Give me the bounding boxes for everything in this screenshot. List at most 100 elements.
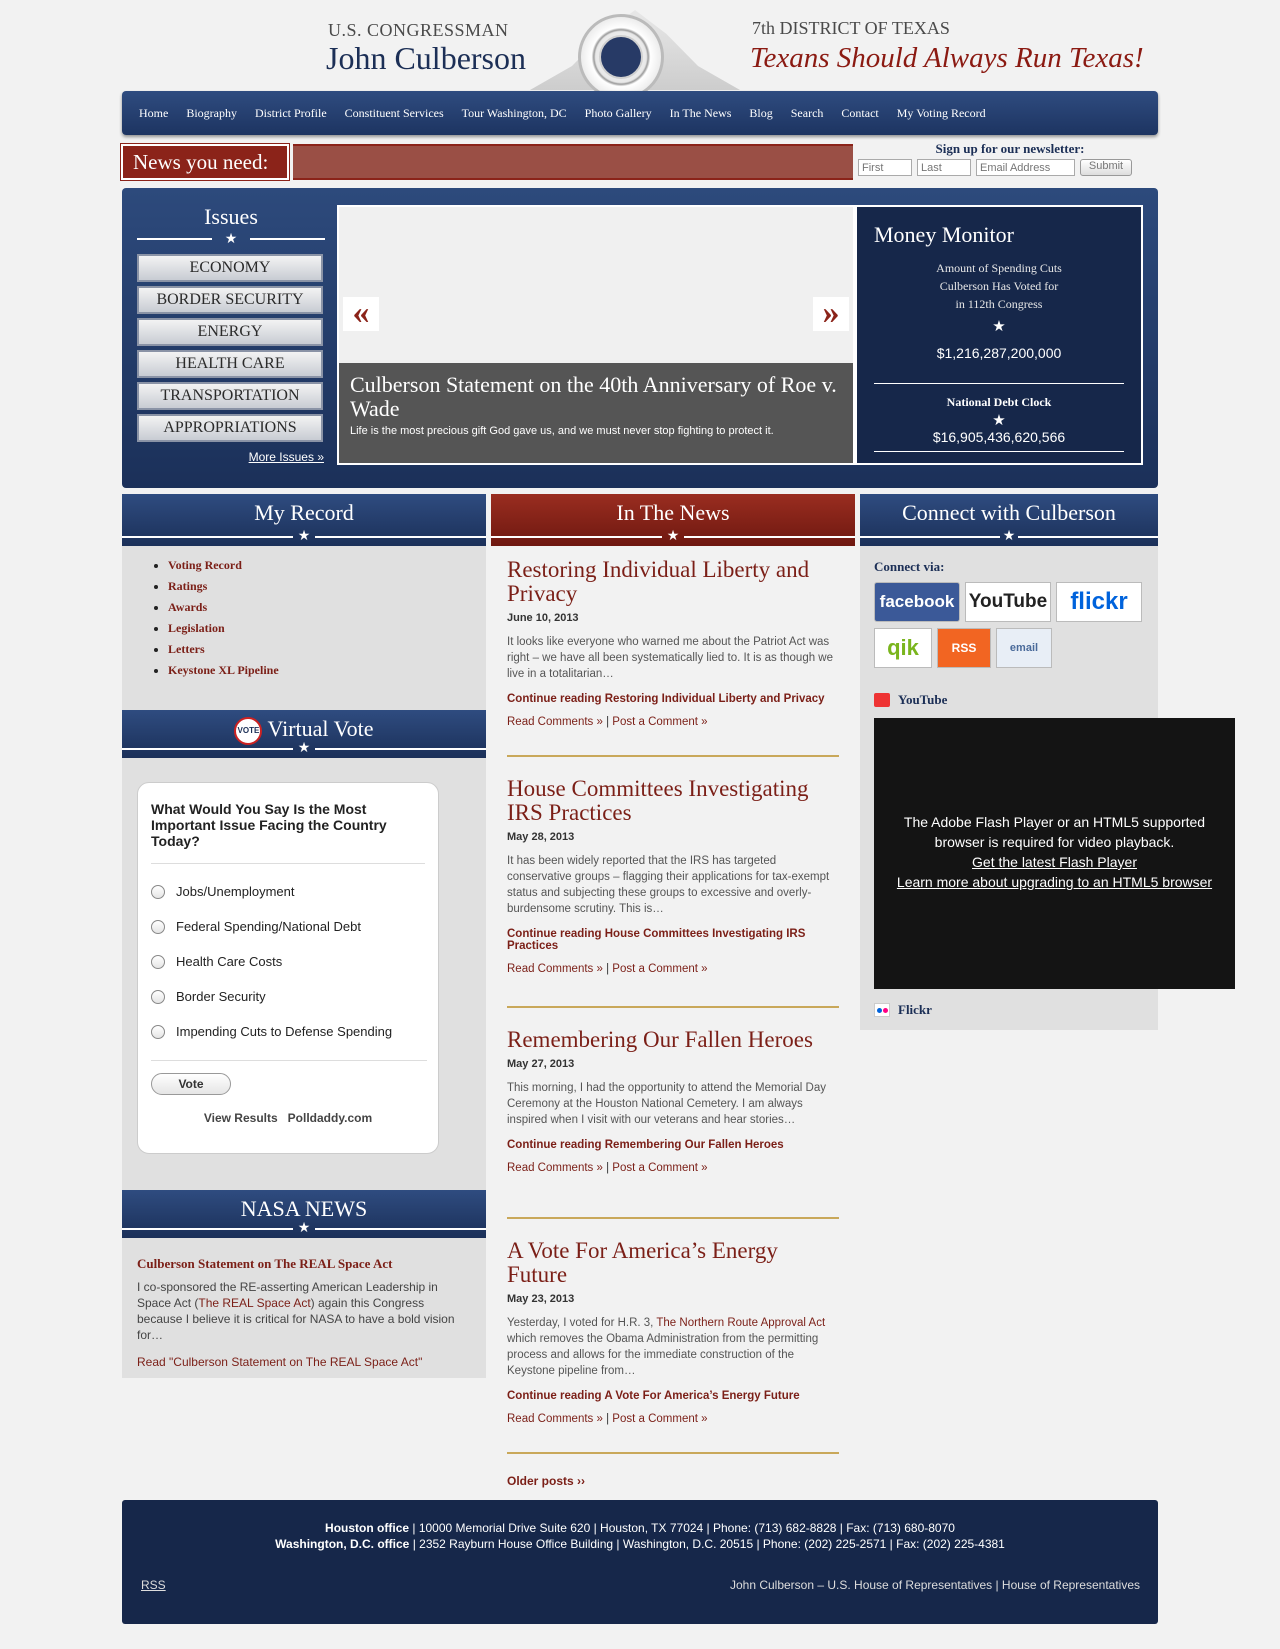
slide-text: Life is the most precious gift God gave … <box>350 425 774 437</box>
separator: | <box>606 716 610 728</box>
dc-office-info: Washington, D.C. office | 2352 Rayburn H… <box>122 1536 1158 1552</box>
nav-search[interactable]: Search <box>782 106 833 121</box>
subtitle-line: Culberson Has Voted for <box>939 279 1059 293</box>
subtitle-line: in 112th Congress <box>955 297 1043 311</box>
newsletter-first-input[interactable] <box>858 159 912 176</box>
nav-contact[interactable]: Contact <box>832 106 887 121</box>
poll-option[interactable]: Impending Cuts to Defense Spending <box>151 1024 392 1039</box>
in-the-news-title: In The News <box>616 500 730 525</box>
nav-constituent-services[interactable]: Constituent Services <box>336 106 453 121</box>
nav-blog[interactable]: Blog <box>740 106 781 121</box>
newsletter-submit-button[interactable]: Submit <box>1080 159 1132 176</box>
get-flash-link[interactable]: Get the latest Flash Player <box>874 852 1235 872</box>
rss-feed-icon[interactable]: RSS <box>937 628 991 668</box>
slide-caption[interactable]: Culberson Statement on the 40th Annivers… <box>339 363 853 463</box>
read-comments-link[interactable]: Read Comments » <box>507 963 603 975</box>
poll-option[interactable]: Jobs/Unemployment <box>151 884 295 899</box>
real-space-act-link[interactable]: The REAL Space Act <box>198 1296 310 1310</box>
older-posts-link[interactable]: Older posts ›› <box>507 1474 585 1488</box>
continue-reading-link[interactable]: Continue reading Restoring Individual Li… <box>507 693 839 705</box>
post-comment-link[interactable]: Post a Comment » <box>612 1162 707 1174</box>
facebook-icon[interactable]: facebook <box>874 582 960 622</box>
record-link-legislation[interactable]: Legislation <box>168 621 225 635</box>
nav-biography[interactable]: Biography <box>177 106 246 121</box>
divider <box>874 451 1124 452</box>
nav-in-the-news[interactable]: In The News <box>661 106 741 121</box>
in-the-news-header: In The News ★ <box>491 494 855 546</box>
houston-office-info: Houston office | 10000 Memorial Drive Su… <box>122 1520 1158 1536</box>
record-link-keystone[interactable]: Keystone XL Pipeline <box>168 663 279 677</box>
record-link-letters[interactable]: Letters <box>168 642 205 656</box>
footer-house-link[interactable]: House of Representatives <box>1002 1578 1140 1592</box>
post-comment-link[interactable]: Post a Comment » <box>612 963 707 975</box>
issue-transportation-button[interactable]: TRANSPORTATION <box>137 382 323 410</box>
qik-icon[interactable]: qik <box>874 628 932 668</box>
poll-option[interactable]: Health Care Costs <box>151 954 282 969</box>
news-you-need-label: News you need: <box>120 143 290 181</box>
divider <box>507 1217 839 1219</box>
post-title[interactable]: Restoring Individual Liberty and Privacy <box>507 558 839 606</box>
nav-home[interactable]: Home <box>130 106 177 121</box>
radio-button[interactable] <box>151 989 165 1004</box>
post-title[interactable]: A Vote For America’s Energy Future <box>507 1239 839 1287</box>
issue-economy-button[interactable]: ECONOMY <box>137 254 323 282</box>
footer-rss-link[interactable]: RSS <box>141 1578 166 1592</box>
header-name[interactable]: John Culberson <box>326 40 526 77</box>
post-comment-link[interactable]: Post a Comment » <box>612 716 707 728</box>
header-district: 7th DISTRICT OF TEXAS <box>752 18 950 38</box>
youtube-small-icon <box>874 693 890 707</box>
youtube-label-text: YouTube <box>898 692 948 707</box>
record-link-voting-record[interactable]: Voting Record <box>168 558 242 572</box>
nav-voting-record[interactable]: My Voting Record <box>888 106 995 121</box>
issue-energy-button[interactable]: ENERGY <box>137 318 323 346</box>
newsletter-email-input[interactable] <box>976 159 1075 176</box>
post-date: May 23, 2013 <box>507 1293 575 1305</box>
continue-reading-link[interactable]: Continue reading A Vote For America’s En… <box>507 1390 839 1402</box>
slider-prev-button[interactable]: « <box>343 296 379 331</box>
video-player[interactable]: The Adobe Flash Player or an HTML5 suppo… <box>874 718 1235 989</box>
issue-appropriations-button[interactable]: APPROPRIATIONS <box>137 414 323 442</box>
issue-border-security-button[interactable]: BORDER SECURITY <box>137 286 323 314</box>
record-link-awards[interactable]: Awards <box>168 600 207 614</box>
continue-reading-link[interactable]: Continue reading House Committees Invest… <box>507 928 839 952</box>
record-link-ratings[interactable]: Ratings <box>168 579 207 593</box>
post-title[interactable]: House Committees Investigating IRS Pract… <box>507 777 839 825</box>
newsletter-last-input[interactable] <box>917 159 971 176</box>
slide-title[interactable]: Culberson Statement on the 40th Annivers… <box>350 373 842 421</box>
vote-button[interactable]: Vote <box>151 1073 231 1095</box>
nav-district-profile[interactable]: District Profile <box>246 106 336 121</box>
nav-tour-washington[interactable]: Tour Washington, DC <box>453 106 576 121</box>
continue-reading-link[interactable]: Continue reading Remembering Our Fallen … <box>507 1139 839 1151</box>
northern-route-act-link[interactable]: The Northern Route Approval Act <box>656 1317 825 1329</box>
youtube-icon[interactable]: YouTube <box>965 582 1051 622</box>
poll-option[interactable]: Border Security <box>151 989 266 1004</box>
footer: Houston office | 10000 Memorial Drive Su… <box>122 1500 1158 1624</box>
nasa-read-more-link[interactable]: Read "Culberson Statement on The REAL Sp… <box>137 1355 422 1369</box>
nasa-article-link[interactable]: Culberson Statement on The REAL Space Ac… <box>137 1256 392 1272</box>
nav-photo-gallery[interactable]: Photo Gallery <box>576 106 661 121</box>
news-ticker[interactable] <box>293 144 853 180</box>
my-record-title: My Record <box>254 500 354 525</box>
radio-button[interactable] <box>151 1024 165 1039</box>
html5-upgrade-link[interactable]: Learn more about upgrading to an HTML5 b… <box>874 872 1235 892</box>
flickr-icon[interactable]: flickr <box>1056 582 1142 622</box>
poll-option[interactable]: Federal Spending/National Debt <box>151 919 361 934</box>
radio-button[interactable] <box>151 919 165 934</box>
more-issues-link[interactable]: More Issues » <box>136 450 324 464</box>
connect-header: Connect with Culberson ★ <box>860 494 1158 546</box>
footer-culberson-link[interactable]: John Culberson – U.S. House of Represent… <box>730 1578 992 1592</box>
view-results-link[interactable]: View Results <box>204 1111 278 1125</box>
nasa-news-title: NASA NEWS <box>240 1196 368 1221</box>
slider-next-button[interactable]: » <box>813 296 849 331</box>
radio-button[interactable] <box>151 884 165 899</box>
issue-health-care-button[interactable]: HEALTH CARE <box>137 350 323 378</box>
read-comments-link[interactable]: Read Comments » <box>507 1162 603 1174</box>
read-comments-link[interactable]: Read Comments » <box>507 1413 603 1425</box>
divider <box>507 1006 839 1008</box>
radio-button[interactable] <box>151 954 165 969</box>
post-title[interactable]: Remembering Our Fallen Heroes <box>507 1028 839 1052</box>
email-icon[interactable]: email <box>996 628 1052 668</box>
post-comment-link[interactable]: Post a Comment » <box>612 1413 707 1425</box>
polldaddy-link[interactable]: Polldaddy.com <box>288 1111 372 1125</box>
read-comments-link[interactable]: Read Comments » <box>507 716 603 728</box>
